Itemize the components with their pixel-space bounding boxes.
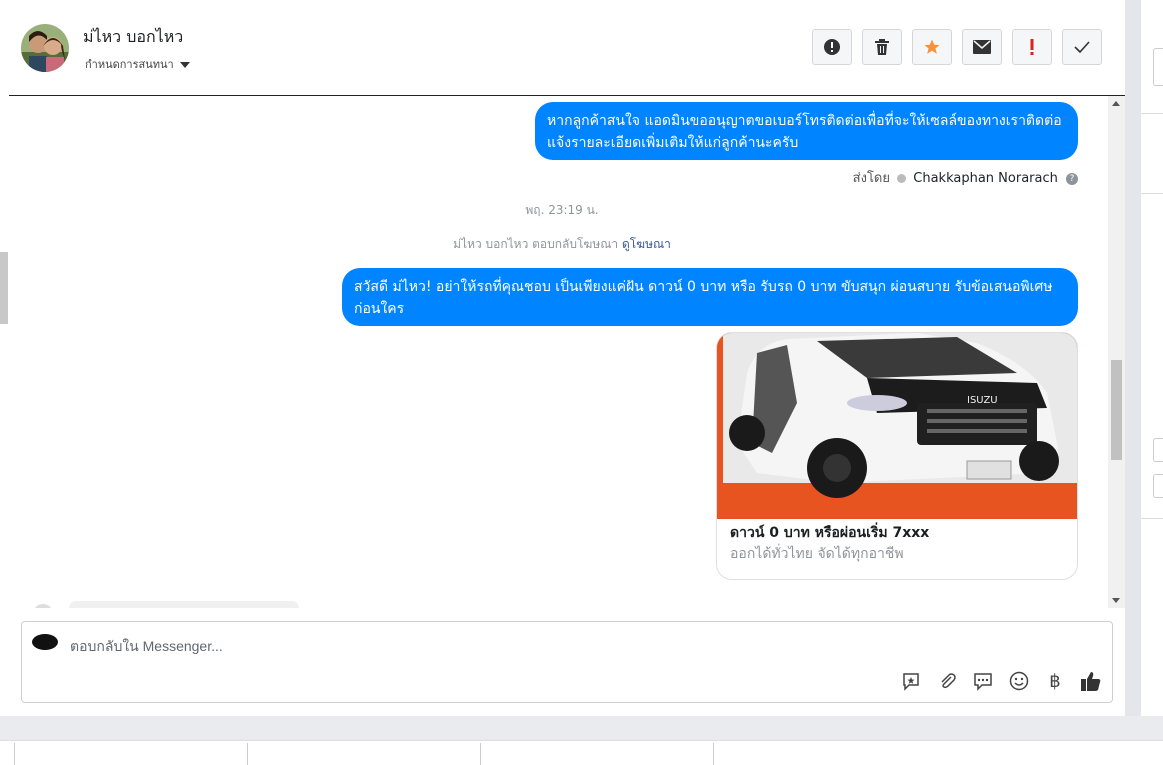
left-scroll-grip[interactable] (0, 252, 8, 324)
conversation-panel: ม่ไหว บอกไหว กำหนดการสนทนา หากลูกค้าสนใจ… (9, 0, 1125, 716)
help-icon[interactable]: ? (1066, 172, 1078, 185)
envelope-icon (973, 40, 991, 54)
thread-scrollbar[interactable] (1108, 96, 1125, 608)
scroll-thumb[interactable] (1111, 360, 1122, 460)
ad-card-image: ISUZU (717, 333, 1077, 519)
delete-button[interactable] (862, 29, 902, 65)
sent-by-line: ส่งโดย Chakkaphan Norarach ? (853, 167, 1078, 188)
tab-divider (713, 743, 714, 765)
sender-name[interactable]: Chakkaphan Norarach (913, 171, 1058, 186)
tab-divider (247, 743, 248, 765)
saved-reply-icon[interactable] (900, 670, 922, 692)
ad-card-subtitle: ออกได้ทั่วไทย จัดได้ทุกอาชีพ (730, 546, 904, 562)
verified-icon (897, 174, 907, 183)
incoming-avatar (33, 604, 53, 608)
ad-card[interactable]: ISUZU ดาวน์ 0 บาท หรือผ่อนเริ่ม 7xxx ออก… (716, 332, 1078, 580)
ad-card-title: ดาวน์ 0 บาท หรือผ่อนเริ่ม 7xxx (730, 525, 930, 541)
chat-bubble-icon[interactable] (972, 670, 994, 692)
trash-icon (875, 39, 889, 55)
contact-name[interactable]: ม่ไหว บอกไหว (83, 25, 183, 50)
reply-composer[interactable]: ตอบกลับใน Messenger... ฿ (21, 621, 1113, 703)
card-brand-badge: ISUZU (967, 395, 998, 406)
reply-input[interactable]: ตอบกลับใน Messenger... (70, 636, 223, 658)
caret-down-icon (179, 62, 190, 68)
exclamation-circle-icon (824, 39, 840, 55)
scroll-down-icon[interactable] (1112, 598, 1120, 603)
detail-divider (1141, 518, 1163, 519)
thumbs-up-icon[interactable] (1080, 670, 1102, 692)
star-button[interactable] (912, 29, 952, 65)
spam-exclamation-icon (1030, 39, 1034, 55)
incoming-message-partial (69, 601, 299, 608)
mark-unread-button[interactable] (962, 29, 1002, 65)
sent-by-label: ส่งโดย (852, 171, 890, 186)
ad-reply-text: ม่ไหว บอกไหว ตอบกลับโฆษณา (453, 237, 619, 251)
detail-field-edge[interactable] (1153, 438, 1163, 462)
bottom-tabs-bar (0, 740, 1163, 765)
detail-field-edge[interactable] (1153, 474, 1163, 498)
right-scrollbar[interactable] (1125, 0, 1141, 716)
ad-reply-notice: ม่ไหว บอกไหว ตอบกลับโฆษณา ดูโฆษณา (9, 235, 1115, 254)
message-thread: หากลูกค้าสนใจ แอดมินขออนุญาตขอเบอร์โทรติ… (9, 96, 1125, 608)
mark-spam-button[interactable] (1012, 29, 1052, 65)
baht-icon[interactable]: ฿ (1044, 670, 1066, 692)
conversation-header: ม่ไหว บอกไหว กำหนดการสนทนา (9, 0, 1125, 96)
outgoing-ad-message: สวัสดี ม่ไหว! อย่าให้รถที่คุณชอบ เป็นเพี… (342, 268, 1078, 326)
attachment-icon[interactable] (936, 670, 958, 692)
header-actions (812, 29, 1102, 67)
message-timestamp: พฤ. 23:19 น. (525, 203, 599, 217)
check-icon (1074, 41, 1090, 53)
tab-divider (480, 743, 481, 765)
tab-divider (14, 743, 15, 765)
details-pane-edge (1141, 0, 1163, 716)
scroll-up-icon[interactable] (1112, 101, 1120, 106)
right-details-column (1125, 0, 1163, 716)
view-ad-link[interactable]: ดูโฆษณา (622, 237, 671, 251)
outgoing-message: หากลูกค้าสนใจ แอดมินขออนุญาตขอเบอร์โทรติ… (535, 102, 1078, 160)
assign-conversation-dropdown[interactable]: กำหนดการสนทนา (85, 55, 190, 73)
composer-tools: ฿ (900, 670, 1102, 692)
detail-divider (1141, 113, 1163, 114)
detail-input-edge[interactable] (1153, 48, 1163, 86)
page-logo (32, 634, 58, 650)
detail-divider (1141, 193, 1163, 194)
mark-important-button[interactable] (812, 29, 852, 65)
mark-done-button[interactable] (1062, 29, 1102, 65)
assign-label: กำหนดการสนทนา (85, 58, 174, 71)
avatar[interactable] (21, 24, 69, 72)
emoji-icon[interactable] (1008, 670, 1030, 692)
star-icon (924, 39, 940, 54)
